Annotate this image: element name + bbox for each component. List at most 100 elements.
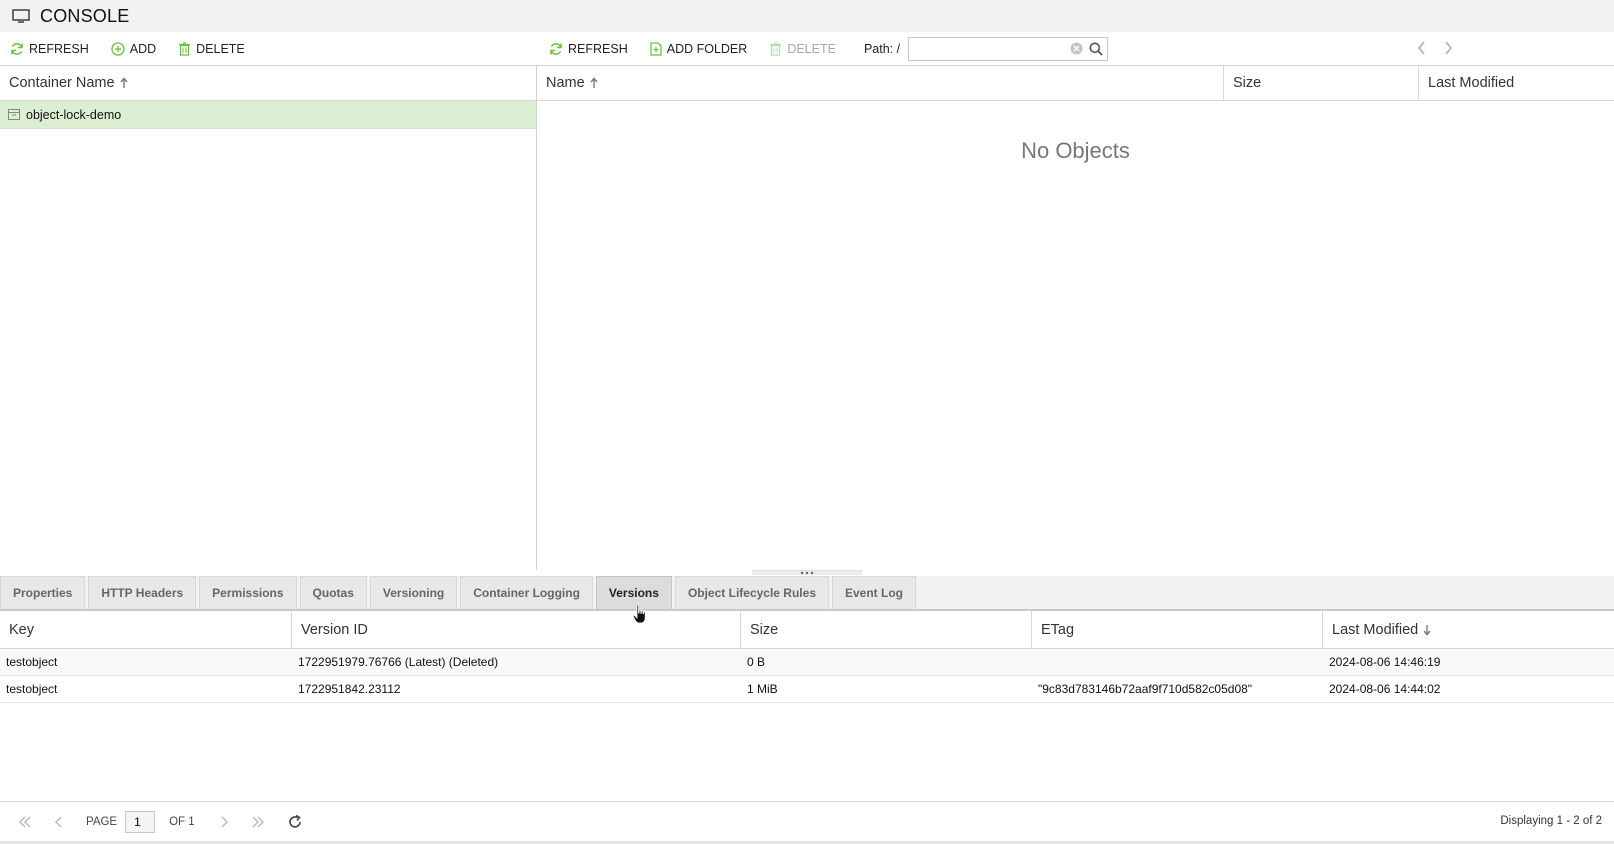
size-header: Size (750, 621, 779, 638)
splitter-grip[interactable] (752, 570, 862, 575)
container-name: object-lock-demo (26, 107, 122, 122)
chevron-right-icon (221, 815, 228, 828)
tab-permissions[interactable]: Permissions (199, 576, 297, 609)
delete-label: DELETE (787, 41, 836, 56)
etag-cell: "9c83d783146b72aaf9f710d582c05d08" (1038, 682, 1253, 696)
column-header-etag[interactable]: ETag (1032, 611, 1323, 648)
table-row[interactable]: testobject 1722951842.23112 1 MiB "9c83d… (0, 676, 1614, 703)
versions-grid: Key Version ID Size ETag Last Modified t… (0, 611, 1614, 801)
tab-container-logging[interactable]: Container Logging (460, 576, 593, 609)
versions-grid-header: Key Version ID Size ETag Last Modified (0, 611, 1614, 649)
double-chevron-left-icon (18, 815, 31, 828)
column-header-last-modified[interactable]: Last Modified (1323, 611, 1614, 648)
search-icon[interactable] (1089, 42, 1103, 56)
double-chevron-right-icon (252, 815, 264, 828)
column-header-size[interactable]: Size (741, 611, 1032, 648)
column-header-last-modified[interactable]: Last Modified (1419, 66, 1614, 100)
refresh-objects-button[interactable]: REFRESH (549, 42, 628, 56)
key-header: Key (9, 621, 34, 638)
tab-object-lifecycle-rules[interactable]: Object Lifecycle Rules (674, 576, 829, 609)
etag-cell (1032, 649, 1323, 675)
trash-icon (179, 41, 191, 56)
delete-container-button[interactable]: DELETE (178, 42, 245, 56)
refresh-icon (550, 42, 562, 55)
refresh-icon (288, 814, 301, 828)
column-header-name[interactable]: Name (537, 66, 1224, 100)
add-container-button[interactable]: ADD (111, 42, 156, 56)
first-page-button[interactable] (18, 815, 32, 828)
plus-circle-icon (111, 41, 125, 56)
version-id-cell: 1722951842.23112 (298, 682, 401, 696)
container-row[interactable]: object-lock-demo (0, 101, 536, 129)
container-name-header: Container Name (9, 75, 115, 91)
version-id-cell: 1722951979.76766 (Latest) (Deleted) (298, 655, 499, 669)
bucket-icon (8, 109, 20, 120)
last-modified-header: Last Modified (1332, 621, 1419, 638)
refresh-label: REFRESH (29, 41, 89, 56)
delete-object-button[interactable]: DELETE (769, 42, 836, 56)
hand-cursor-icon (632, 604, 646, 624)
size-header: Size (1233, 75, 1262, 91)
name-header: Name (546, 75, 585, 91)
add-folder-icon (650, 41, 662, 56)
grip-dots-icon (800, 571, 814, 575)
monitor-icon (12, 9, 30, 23)
detail-tabs: Properties HTTP Headers Permissions Quot… (0, 576, 1614, 611)
add-folder-label: ADD FOLDER (666, 41, 748, 56)
last-modified-header: Last Modified (1428, 75, 1515, 91)
chevron-right-icon[interactable] (1444, 40, 1454, 56)
add-folder-button[interactable]: ADD FOLDER (650, 41, 748, 56)
key-cell: testobject (6, 655, 58, 669)
refresh-page-button[interactable] (287, 814, 303, 830)
paging-toolbar: PAGE OF 1 Displaying 1 - 2 of 2 (0, 801, 1614, 841)
tab-quotas[interactable]: Quotas (299, 576, 367, 609)
chevron-left-icon (54, 815, 62, 828)
path-label: Path: / (863, 41, 901, 56)
etag-header: ETag (1041, 621, 1075, 638)
column-header-key[interactable]: Key (0, 611, 292, 648)
delete-label: DELETE (196, 41, 245, 56)
add-label: ADD (129, 41, 157, 56)
path-navigation (1416, 40, 1454, 56)
next-page-button[interactable] (219, 815, 229, 828)
column-header-size[interactable]: Size (1224, 66, 1419, 100)
page-label: PAGE (86, 815, 118, 828)
containers-grid-header: Container Name (0, 66, 536, 101)
objects-toolbar: REFRESH ADD FOLDER DELETE Path: / (537, 32, 1614, 66)
size-cell: 1 MiB (747, 682, 778, 696)
page-count-label: OF 1 (169, 815, 195, 828)
page-number-input[interactable] (125, 810, 156, 833)
previous-page-button[interactable] (54, 815, 64, 828)
trash-icon (770, 41, 782, 56)
refresh-icon (11, 42, 23, 55)
tab-properties[interactable]: Properties (0, 576, 86, 609)
clear-icon[interactable] (1070, 42, 1083, 55)
sort-descending-icon (1423, 624, 1431, 636)
key-cell: testobject (6, 682, 58, 696)
sort-ascending-icon (120, 77, 128, 88)
path-input[interactable] (913, 39, 1064, 58)
last-modified-cell: 2024-08-06 14:46:19 (1329, 655, 1441, 669)
containers-toolbar: REFRESH ADD DELETE (0, 32, 537, 66)
versions-rows: testobject 1722951979.76766 (Latest) (De… (0, 649, 1614, 703)
sort-ascending-icon (590, 77, 598, 88)
column-header-container-name[interactable]: Container Name (0, 66, 536, 100)
tab-versioning[interactable]: Versioning (369, 576, 458, 609)
path-field[interactable] (908, 36, 1109, 61)
column-header-version-id[interactable]: Version ID (292, 611, 741, 648)
tab-http-headers[interactable]: HTTP Headers (88, 576, 197, 609)
title-bar: CONSOLE (0, 0, 1614, 32)
last-page-button[interactable] (251, 815, 265, 828)
display-count: Displaying 1 - 2 of 2 (1500, 815, 1602, 827)
chevron-left-icon[interactable] (1416, 40, 1426, 56)
version-id-header: Version ID (301, 621, 368, 638)
empty-state-text: No Objects (1021, 138, 1130, 163)
tab-event-log[interactable]: Event Log (832, 576, 917, 609)
objects-panel: Name Size Last Modified No Objects (537, 66, 1614, 570)
refresh-containers-button[interactable]: REFRESH (10, 42, 89, 56)
size-cell: 0 B (747, 655, 766, 669)
refresh-label: REFRESH (568, 41, 628, 56)
table-row[interactable]: testobject 1722951979.76766 (Latest) (De… (0, 649, 1614, 676)
app-title: CONSOLE (40, 5, 130, 26)
last-modified-cell: 2024-08-06 14:44:02 (1329, 682, 1441, 696)
